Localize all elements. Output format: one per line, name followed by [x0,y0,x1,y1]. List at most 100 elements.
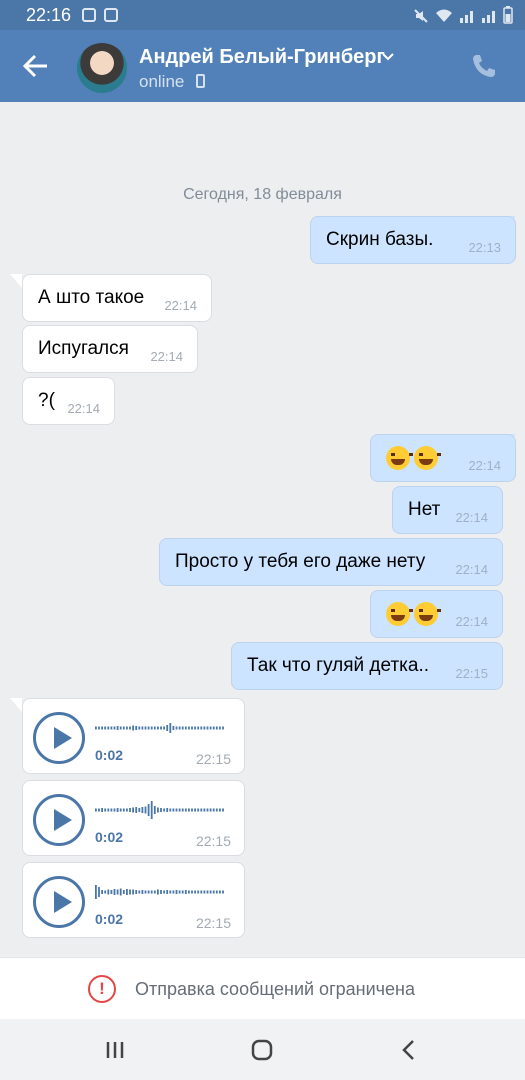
waveform-bar [194,726,196,730]
waveform-bar [222,890,224,894]
message-time: 22:15 [195,833,231,849]
recent-apps-icon[interactable] [100,1035,130,1065]
message-bubble-outgoing[interactable]: Нет 22:14 [392,486,503,534]
play-button[interactable] [33,794,85,846]
waveform-bar [200,808,203,812]
waveform-bar [144,806,147,814]
joy-emoji [414,602,441,626]
waveform-bar [191,726,193,730]
waveform[interactable] [95,797,227,823]
waveform-bar [181,726,184,730]
waveform-bar [188,726,190,730]
waveform-bar [157,726,159,730]
waveform-bar [126,808,128,812]
avatar[interactable] [77,43,127,93]
waveform-bar [191,890,193,894]
waveform-bar [101,726,103,730]
waveform-bar [144,890,147,894]
waveform-bar [209,726,212,730]
waveform-bar [116,726,119,730]
waveform-bar [132,725,134,731]
chat-header: Андрей Белый-Гринберг online [0,30,525,102]
play-button[interactable] [33,712,85,764]
back-nav-icon[interactable] [394,1035,424,1065]
waveform-bar [203,726,206,730]
waveform-bar [212,890,215,894]
waveform-bar [150,801,153,819]
waveform-bar [119,808,122,812]
message-bubble-outgoing[interactable]: Так что гуляй детка.. 22:15 [231,642,503,690]
message-text: Нет [408,499,441,520]
waveform-bar [203,890,206,894]
rofl-emoji [386,446,413,470]
waveform-bar [129,726,131,730]
waveform-bar [138,808,141,812]
waveform-bar [147,726,150,730]
waveform-bar [178,726,181,730]
rofl-emoji [414,446,441,470]
waveform-bar [184,726,187,730]
waveform-bar [116,889,119,895]
waveform-bar [215,890,218,894]
waveform-bar [188,890,190,894]
waveform-bar [132,807,134,813]
waveform-bar [209,808,212,812]
waveform-bar [197,726,200,730]
message-bubble-outgoing[interactable]: 22:14 [370,590,503,638]
voice-duration: 0:02 [95,829,124,845]
waveform-bar [110,726,113,730]
waveform-bar [132,889,134,895]
waveform-bar [188,808,190,812]
date-separator: Сегодня, 18 февраля [183,186,342,203]
waveform-bar [104,890,107,894]
contact-name[interactable]: Андрей Белый-Гринберг [139,46,385,69]
mobile-online-icon [196,74,205,88]
voice-message: 0:02 22:15 [22,698,245,774]
message-time: 22:14 [455,510,488,525]
status-bar: 22:16 [0,0,525,30]
waveform[interactable] [95,879,227,905]
message-bubble-incoming[interactable]: ?( 22:14 [22,377,115,425]
chevron-down-icon[interactable] [380,48,396,64]
waveform-bar [110,808,113,812]
waveform-bar [163,890,165,894]
waveform-bar [138,890,141,894]
voice-duration: 0:02 [95,747,124,763]
waveform-bar [169,808,172,812]
waveform-bar [212,726,215,730]
waveform-bar [197,808,200,812]
waveform-bar [113,808,116,812]
waveform-bar [129,889,131,895]
back-arrow-icon[interactable] [18,50,54,82]
waveform-bar [126,889,128,895]
waveform-bar [184,890,187,894]
message-text: ?( [38,390,55,411]
signal-icon [460,11,473,23]
waveform-bar [169,890,172,894]
waveform-bar [181,890,184,894]
voice-duration: 0:02 [95,911,124,927]
waveform-bar [135,807,138,813]
message-bubble-outgoing[interactable]: Скрин базы. 22:13 [310,216,516,264]
message-bubble-outgoing[interactable]: Просто у тебя его даже нету 22:14 [159,538,503,586]
home-icon[interactable] [247,1035,277,1065]
message-text: Скрин базы. [326,229,434,250]
waveform[interactable] [95,715,227,741]
phone-icon[interactable] [468,50,500,82]
message-bubble-outgoing[interactable]: 22:14 [370,434,516,482]
send-restriction-bar: ! Отправка сообщений ограничена [0,957,525,1019]
waveform-bar [200,726,203,730]
waveform-bar [215,726,218,730]
waveform-bar [141,807,144,813]
waveform-bar [166,725,169,731]
waveform-bar [206,808,209,812]
message-bubble-incoming[interactable]: А што такое 22:14 [22,274,212,322]
message-bubble-incoming[interactable]: Испугался 22:14 [22,325,198,373]
waveform-bar [153,806,156,814]
message-text: Так что гуляй детка.. [247,655,430,676]
waveform-bar [194,890,196,894]
play-button[interactable] [33,876,85,928]
waveform-bar [153,890,156,894]
waveform-bar [212,808,215,812]
message-time: 22:14 [67,401,100,416]
